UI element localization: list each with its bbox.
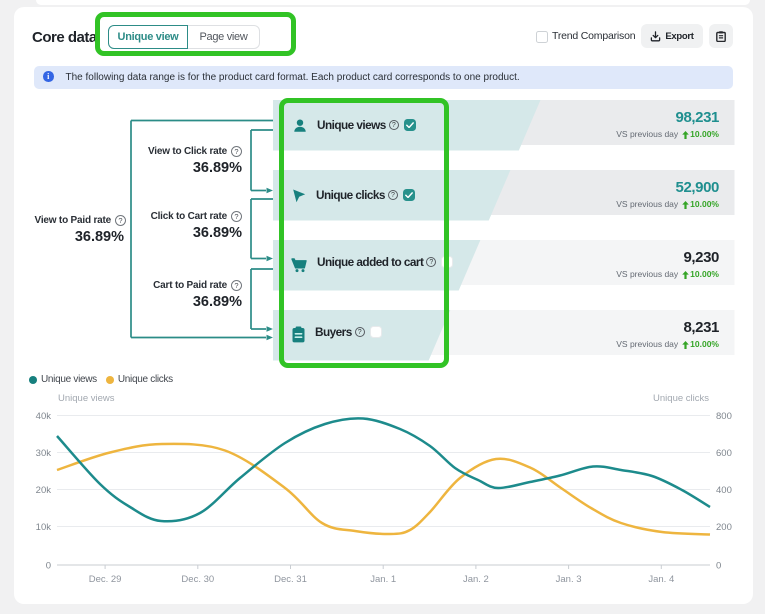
svg-text:Unique views: Unique views	[58, 393, 115, 404]
svg-text:20k: 20k	[36, 485, 52, 496]
svg-text:Jan. 2: Jan. 2	[463, 574, 489, 585]
svg-text:200: 200	[716, 522, 732, 533]
svg-text:Dec. 31: Dec. 31	[274, 574, 307, 585]
svg-text:Jan. 1: Jan. 1	[370, 574, 396, 585]
svg-text:0: 0	[716, 561, 721, 572]
svg-text:40k: 40k	[36, 411, 52, 422]
svg-text:0: 0	[46, 561, 51, 572]
svg-text:400: 400	[716, 485, 732, 496]
svg-text:Jan. 4: Jan. 4	[648, 574, 674, 585]
svg-text:Jan. 3: Jan. 3	[556, 574, 582, 585]
svg-text:800: 800	[716, 411, 732, 422]
svg-text:10k: 10k	[36, 522, 52, 533]
svg-text:Dec. 29: Dec. 29	[89, 574, 122, 585]
svg-text:Dec. 30: Dec. 30	[181, 574, 214, 585]
svg-text:30k: 30k	[36, 448, 52, 459]
svg-text:Unique clicks: Unique clicks	[653, 393, 709, 404]
svg-text:600: 600	[716, 448, 732, 459]
